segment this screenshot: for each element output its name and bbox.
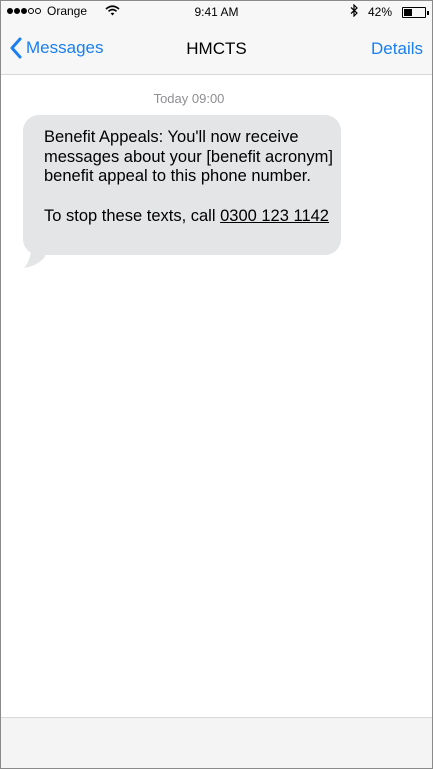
battery-level-fill xyxy=(404,8,412,16)
battery-icon xyxy=(402,6,429,18)
bluetooth-icon xyxy=(350,3,358,20)
phone-number-link[interactable]: 0300 123 1142 xyxy=(220,207,329,225)
battery-percent: 42% xyxy=(367,5,392,19)
message-timestamp: Today 09:00 xyxy=(153,91,225,106)
conversation-title: HMCTS xyxy=(186,39,247,58)
details-button[interactable]: Details xyxy=(371,39,423,59)
incoming-message-bubble[interactable]: Benefit Appeals: You'll now receive mess… xyxy=(23,115,341,255)
message-input-toolbar[interactable] xyxy=(1,717,432,768)
phone-screen: Orange 9:41 AM 42% Messages HMCTS Detail… xyxy=(0,0,433,769)
status-bar: Orange 9:41 AM 42% xyxy=(1,1,432,23)
message-body-text: Benefit Appeals: You'll now receive mess… xyxy=(44,128,333,185)
message-bubble-container: Benefit Appeals: You'll now receive mess… xyxy=(23,115,341,268)
navigation-bar: Messages HMCTS Details xyxy=(1,23,432,75)
battery-tip xyxy=(427,10,429,15)
stop-texts-label: To stop these texts, call xyxy=(44,206,221,225)
message-stop-instructions: To stop these texts, call 0300 123 1142 xyxy=(44,207,341,227)
status-right: 42% xyxy=(350,3,429,20)
